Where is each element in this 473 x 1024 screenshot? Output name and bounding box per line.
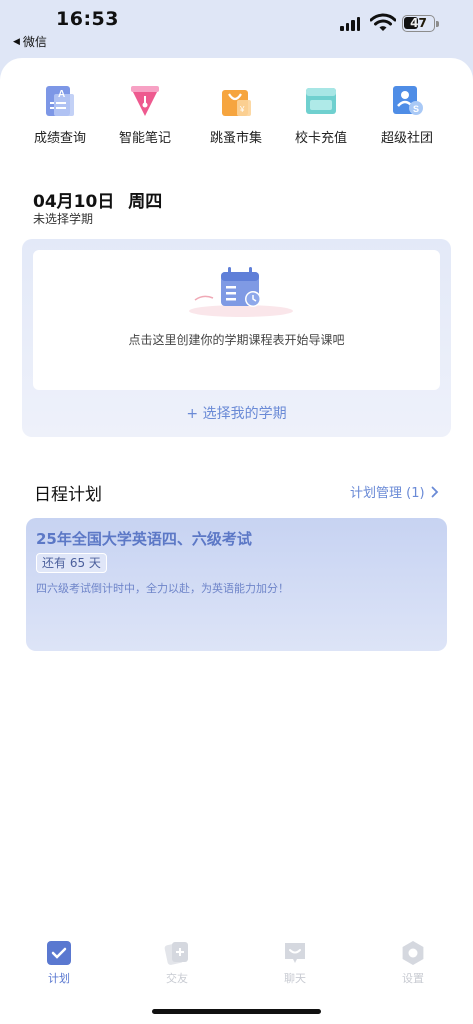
svg-text:¥: ¥ — [239, 105, 245, 114]
pen-nib-icon — [128, 84, 162, 118]
term-status: 未选择学期 — [33, 212, 94, 226]
tab-settings[interactable]: 设置 — [373, 936, 453, 986]
chevron-right-icon — [431, 486, 438, 497]
campus-card-icon — [304, 84, 338, 118]
create-timetable-tip: 点击这里创建你的学期课程表开始导课吧 — [128, 333, 345, 347]
battery-icon: 47 — [402, 15, 439, 32]
tab-label: 交友 — [166, 972, 188, 985]
timetable-card: 点击这里创建你的学期课程表开始导课吧 + 选择我的学期 — [22, 239, 451, 437]
club-badge-icon: S — [390, 84, 424, 118]
plan-name: 25年全国大学英语四、六级考试 — [36, 530, 252, 548]
plan-description: 四六级考试倒计时中，全力以赴，为英语能力加分！ — [36, 582, 289, 595]
tab-friends[interactable]: 交友 — [137, 936, 217, 986]
friends-cards-icon — [164, 940, 190, 966]
tab-chat[interactable]: 聊天 — [255, 936, 335, 986]
cellular-signal-icon — [340, 15, 360, 31]
plans-section-title: 日程计划 — [34, 485, 102, 505]
tab-label: 聊天 — [284, 972, 306, 985]
bottom-tab-bar: 计划 交友 聊天 设置 — [0, 936, 473, 996]
quick-entries: A 成绩查询 智能笔记 ¥ 跳蚤市集 校卡充值 S 超级社团 — [0, 80, 473, 152]
quick-entry-label: 跳蚤市集 — [209, 131, 262, 146]
quick-entry-label: 超级社团 — [380, 131, 433, 146]
select-term-button[interactable]: + 选择我的学期 — [22, 403, 451, 423]
status-time: 16:53 — [56, 8, 119, 30]
plan-card[interactable]: 25年全国大学英语四、六级考试 还有 65 天 四六级考试倒计时中，全力以赴，为… — [26, 518, 447, 651]
grade-report-icon: A — [43, 84, 77, 118]
plan-manage-label: 计划管理 (1) — [350, 486, 425, 501]
wifi-icon — [370, 13, 396, 31]
svg-text:S: S — [413, 104, 419, 114]
tab-label: 设置 — [402, 972, 424, 985]
quick-entry-card-topup[interactable]: 校卡充值 — [276, 80, 366, 146]
quick-entry-label: 成绩查询 — [33, 131, 86, 146]
tab-label: 计划 — [48, 972, 70, 985]
countdown-badge: 还有 65 天 — [36, 553, 107, 573]
create-timetable-area[interactable]: 点击这里创建你的学期课程表开始导课吧 — [33, 250, 440, 390]
quick-entry-grades[interactable]: A 成绩查询 — [15, 80, 105, 146]
shopping-bag-icon: ¥ — [219, 84, 253, 118]
plan-manage-link[interactable]: 计划管理 (1) — [350, 482, 439, 501]
battery-level: 47 — [410, 16, 427, 30]
back-to-wechat[interactable]: ◀ 微信 — [13, 33, 47, 50]
quick-entry-notes[interactable]: 智能笔记 — [100, 80, 190, 146]
home-indicator[interactable] — [152, 1009, 321, 1014]
svg-text:A: A — [58, 89, 65, 100]
quick-entry-super-club[interactable]: S 超级社团 — [362, 80, 452, 146]
back-arrow-icon: ◀ — [13, 36, 20, 47]
chat-bubble-icon — [282, 940, 308, 966]
quick-entry-label: 校卡充值 — [294, 131, 347, 146]
back-label: 微信 — [22, 35, 47, 49]
status-bar: 16:53 ◀ 微信 47 — [0, 0, 473, 58]
quick-entry-label: 智能笔记 — [118, 131, 171, 146]
main-content: A 成绩查询 智能笔记 ¥ 跳蚤市集 校卡充值 S 超级社团 04月10日 周四… — [0, 58, 473, 1024]
quick-entry-flea-market[interactable]: ¥ 跳蚤市集 — [191, 80, 281, 146]
calendar-illustration-icon — [189, 267, 293, 317]
plan-icon — [46, 940, 72, 966]
weekday-text: 周四 — [128, 192, 163, 212]
gear-icon — [400, 940, 426, 966]
tab-plan[interactable]: 计划 — [19, 936, 99, 986]
today-date: 04月10日 周四 — [33, 187, 162, 212]
date-text: 04月10日 — [33, 192, 115, 212]
